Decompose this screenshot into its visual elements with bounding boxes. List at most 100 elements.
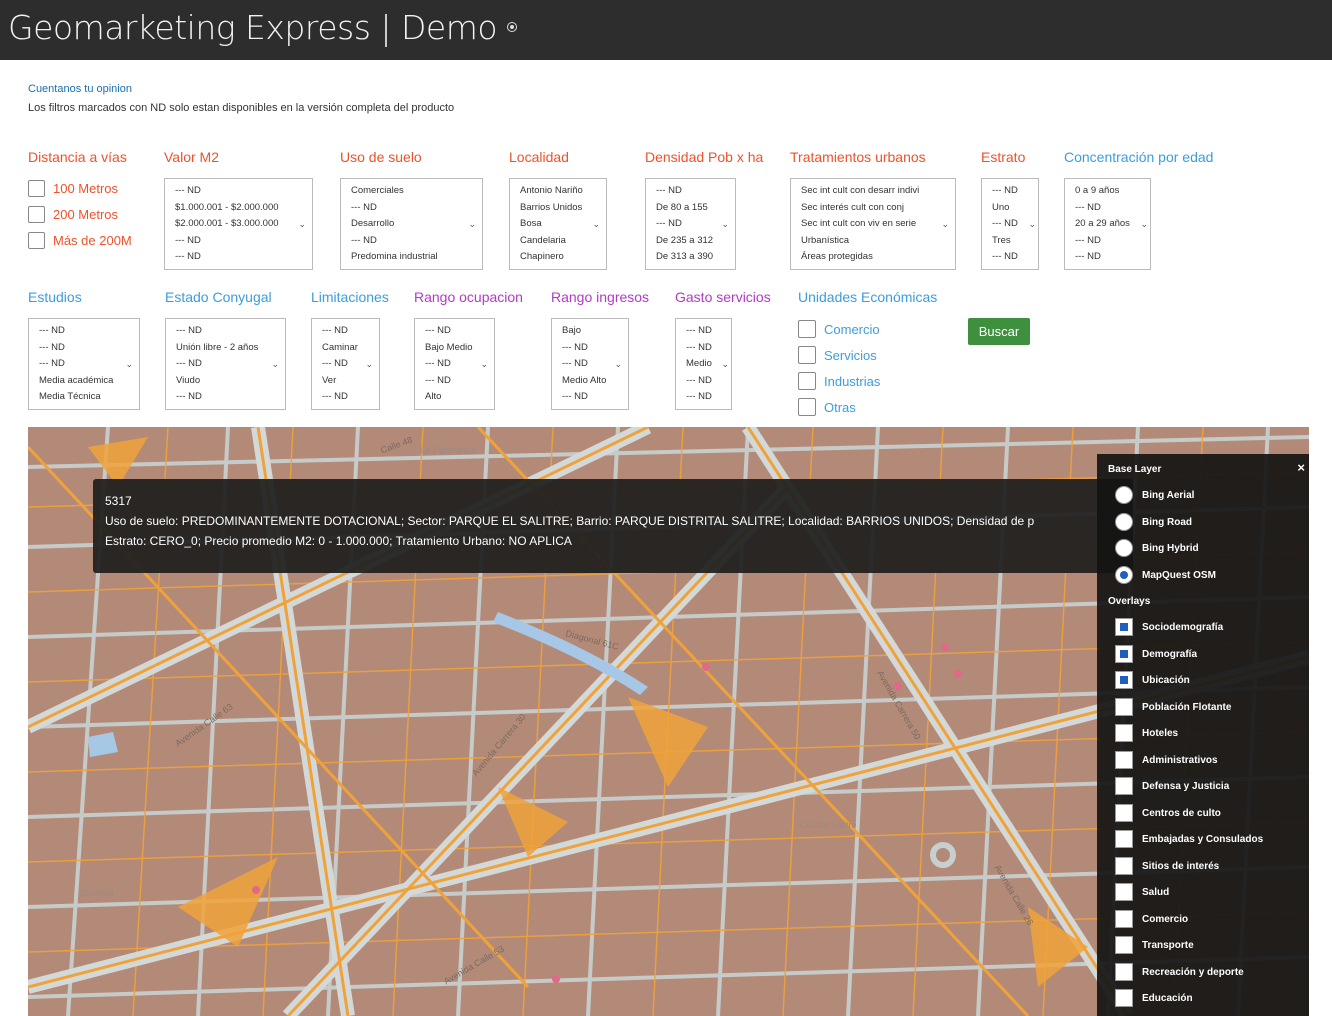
list-item[interactable]: Bajo Medio	[415, 340, 494, 357]
list-item[interactable]: --- ND	[982, 249, 1038, 266]
overlay-option[interactable]: Recreación y deporte	[1115, 963, 1244, 981]
list-item[interactable]: Barrios Unidos	[510, 200, 606, 217]
list-item[interactable]: Bosa ⌄	[510, 216, 606, 233]
select-localidad[interactable]: Antonio Nariño Barrios Unidos Bosa ⌄ Cand…	[509, 178, 607, 270]
checkbox[interactable]	[1115, 645, 1133, 663]
list-item[interactable]: --- ND	[312, 323, 379, 340]
list-item[interactable]: --- ND	[312, 389, 379, 406]
list-item[interactable]: --- ND	[165, 183, 312, 200]
option-industrias[interactable]: Industrias	[798, 372, 880, 390]
list-item[interactable]: --- ND	[1065, 249, 1150, 266]
checkbox[interactable]	[1115, 751, 1133, 769]
list-item[interactable]: Caminar	[312, 340, 379, 357]
radio[interactable]	[1115, 513, 1133, 531]
list-item[interactable]: Urbanística	[791, 233, 955, 250]
list-item[interactable]: Media Técnica	[29, 389, 139, 406]
list-item[interactable]: Comerciales	[341, 183, 482, 200]
list-item[interactable]: --- ND	[552, 389, 628, 406]
list-item[interactable]: Tres	[982, 233, 1038, 250]
checkbox[interactable]	[798, 320, 816, 338]
option-comercio[interactable]: Comercio	[798, 320, 880, 338]
overlay-option[interactable]: Centros de culto	[1115, 804, 1221, 822]
select-valor-m2[interactable]: --- ND $1.000.001 - $2.000.000 $2.000.00…	[164, 178, 313, 270]
overlay-option[interactable]: Defensa y Justicia	[1115, 777, 1229, 795]
checkbox[interactable]	[1115, 671, 1133, 689]
overlay-option[interactable]: Sociodemografía	[1115, 618, 1223, 636]
overlay-option[interactable]: Sitios de interés	[1115, 857, 1219, 875]
list-item[interactable]: 20 a 29 años ⌄	[1065, 216, 1150, 233]
checkbox[interactable]	[1115, 857, 1133, 875]
radio[interactable]	[1115, 486, 1133, 504]
checkbox[interactable]	[1115, 989, 1133, 1007]
list-item[interactable]: Bajo	[552, 323, 628, 340]
list-item[interactable]: --- ND	[552, 340, 628, 357]
overlay-option[interactable]: Embajadas y Consulados	[1115, 830, 1263, 848]
overlay-option[interactable]: Ubicación	[1115, 671, 1190, 689]
checkbox[interactable]	[28, 180, 45, 197]
list-item[interactable]: Unión libre - 2 años	[166, 340, 285, 357]
list-item[interactable]: Medio ⌄	[676, 356, 731, 373]
feedback-link[interactable]: Cuentanos tu opinion	[28, 83, 132, 95]
list-item[interactable]: Sec int cult con viv en serie ⌄	[791, 216, 955, 233]
list-item[interactable]: --- ND	[29, 323, 139, 340]
list-item[interactable]: --- ND	[676, 373, 731, 390]
list-item[interactable]: --- ND	[1065, 233, 1150, 250]
select-estrato[interactable]: --- ND Uno --- ND ⌄ Tres --- ND	[981, 178, 1039, 270]
list-item[interactable]: --- ND	[415, 323, 494, 340]
list-item[interactable]: --- ND	[676, 389, 731, 406]
list-item[interactable]: --- ND	[29, 340, 139, 357]
overlay-option[interactable]: Comercio	[1115, 910, 1188, 928]
overlay-option[interactable]: Demografía	[1115, 645, 1197, 663]
select-uso-suelo[interactable]: Comerciales --- ND Desarrollo ⌄ --- ND Pr…	[340, 178, 483, 270]
list-item[interactable]: --- ND ⌄	[552, 356, 628, 373]
checkbox[interactable]	[1115, 883, 1133, 901]
list-item[interactable]: --- ND	[341, 200, 482, 217]
list-item[interactable]: Antonio Nariño	[510, 183, 606, 200]
checkbox[interactable]	[798, 398, 816, 416]
list-item[interactable]: Alto	[415, 389, 494, 406]
list-item[interactable]: Uno	[982, 200, 1038, 217]
list-item[interactable]: --- ND	[166, 389, 285, 406]
select-edad[interactable]: 0 a 9 años --- ND 20 a 29 años ⌄ --- ND -…	[1064, 178, 1151, 270]
select-conyugal[interactable]: --- ND Unión libre - 2 años --- ND ⌄ Viud…	[165, 318, 286, 410]
checkbox[interactable]	[1115, 618, 1133, 636]
list-item[interactable]: --- ND ⌄	[646, 216, 735, 233]
list-item[interactable]: Áreas protegidas	[791, 249, 955, 266]
select-limitaciones[interactable]: --- ND Caminar --- ND ⌄ Ver --- ND	[311, 318, 380, 410]
list-item[interactable]: --- ND	[341, 233, 482, 250]
base-layer-option[interactable]: Bing Road	[1115, 513, 1192, 531]
checkbox[interactable]	[1115, 963, 1133, 981]
list-item[interactable]: Medio Alto	[552, 373, 628, 390]
list-item[interactable]: --- ND ⌄	[166, 356, 285, 373]
checkbox[interactable]	[1115, 936, 1133, 954]
overlay-option[interactable]: Población Flotante	[1115, 698, 1231, 716]
option-200-metros[interactable]: 200 Metros	[28, 206, 118, 223]
list-item[interactable]: Media académica	[29, 373, 139, 390]
overlay-option[interactable]: Administrativos	[1115, 751, 1218, 769]
list-item[interactable]: Candelaria	[510, 233, 606, 250]
list-item[interactable]: --- ND	[415, 373, 494, 390]
checkbox[interactable]	[1115, 724, 1133, 742]
list-item[interactable]: 0 a 9 años	[1065, 183, 1150, 200]
select-tratamientos[interactable]: Sec int cult con desarr indivi Sec inter…	[790, 178, 956, 270]
list-item[interactable]: $2.000.001 - $3.000.000 ⌄	[165, 216, 312, 233]
radio[interactable]	[1115, 566, 1133, 584]
list-item[interactable]: --- ND	[1065, 200, 1150, 217]
list-item[interactable]: Sec int cult con desarr indivi	[791, 183, 955, 200]
checkbox[interactable]	[798, 372, 816, 390]
close-icon[interactable]: ×	[1297, 460, 1305, 475]
select-densidad[interactable]: --- ND De 80 a 155 --- ND ⌄ De 235 a 312 …	[645, 178, 736, 270]
buscar-button[interactable]: Buscar	[968, 318, 1030, 345]
list-item[interactable]: Viudo	[166, 373, 285, 390]
overlay-option[interactable]: Transporte	[1115, 936, 1194, 954]
checkbox[interactable]	[798, 346, 816, 364]
base-layer-option[interactable]: Bing Aerial	[1115, 486, 1194, 504]
base-layer-option[interactable]: Bing Hybrid	[1115, 539, 1199, 557]
list-item[interactable]: Sec interés cult con conj	[791, 200, 955, 217]
list-item[interactable]: --- ND	[646, 183, 735, 200]
option-servicios[interactable]: Servicios	[798, 346, 877, 364]
list-item[interactable]: De 80 a 155	[646, 200, 735, 217]
list-item[interactable]: $1.000.001 - $2.000.000	[165, 200, 312, 217]
checkbox[interactable]	[1115, 830, 1133, 848]
list-item[interactable]: --- ND	[166, 323, 285, 340]
